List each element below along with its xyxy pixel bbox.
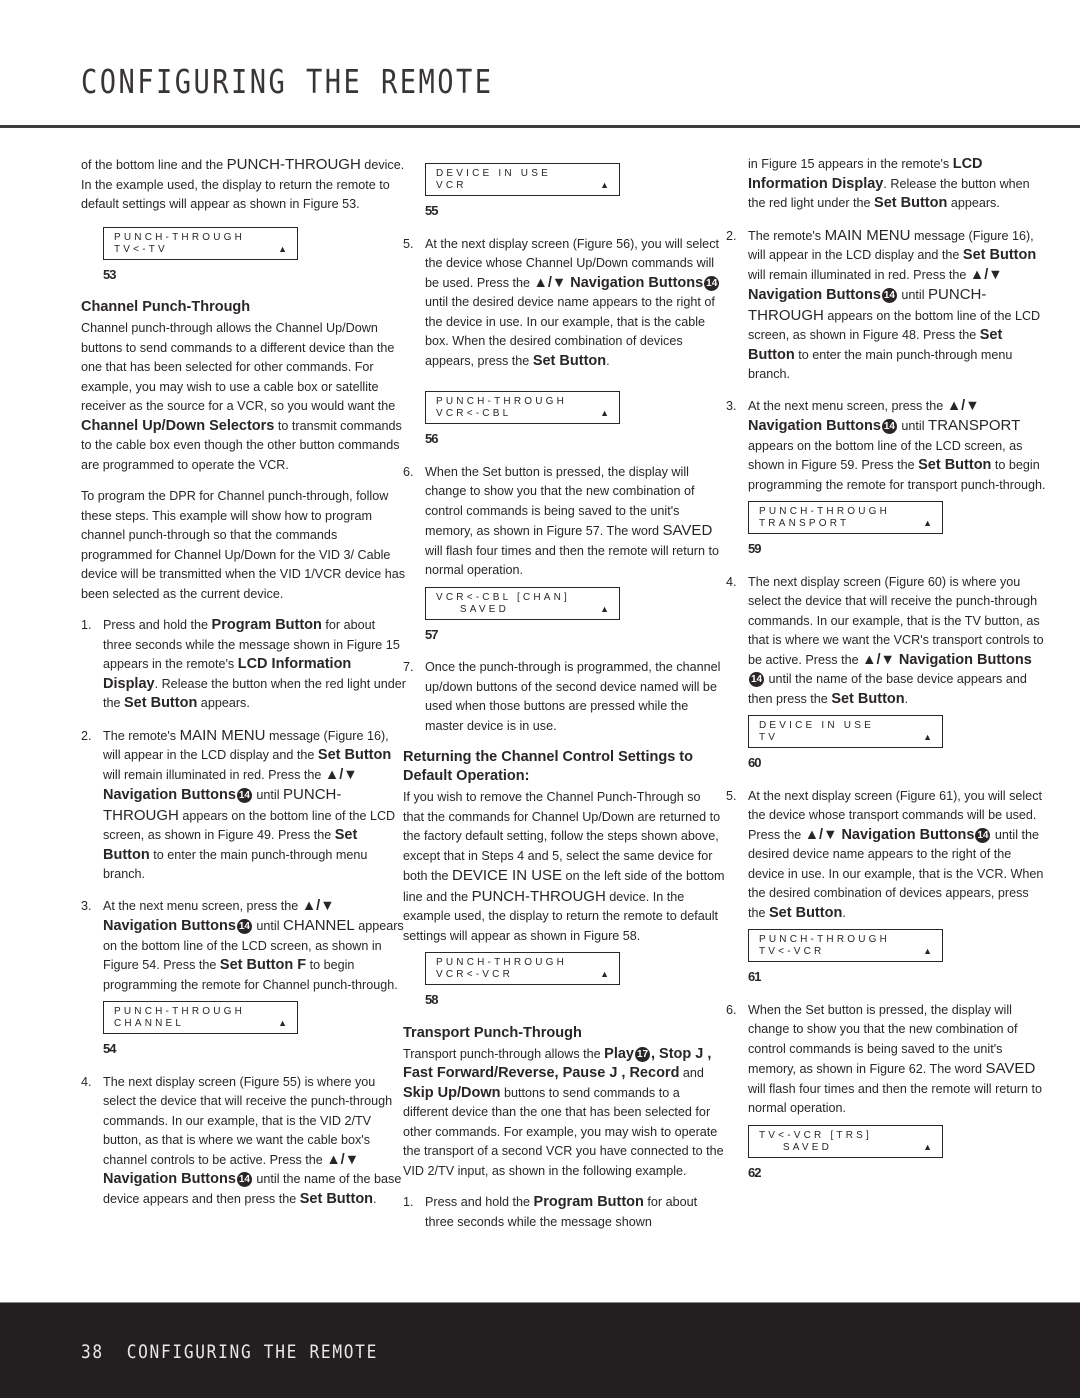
callout-number-icon: 14 xyxy=(749,672,764,688)
callout-number-icon: 14 xyxy=(881,419,897,435)
up-arrow-icon: ▲ xyxy=(600,408,609,418)
channel-paragraph: Channel punch-through allows the Channel… xyxy=(81,321,402,472)
lcd-line-1: DEVICE IN USE xyxy=(436,168,551,179)
column-1: of the bottom line and the PUNCH-THROUGH… xyxy=(81,155,407,1221)
lcd-figure-61: PUNCH-THROUGH TV<-VCR ▲ xyxy=(748,929,943,962)
lcd-line-1: VCR<-CBL [CHAN] xyxy=(436,591,571,603)
step-4: 4. The next display screen (Figure 55) is… xyxy=(81,1074,402,1207)
step-7: 7. Once the punch-through is programmed, … xyxy=(403,660,721,733)
figure-label: 55 xyxy=(425,203,438,218)
lcd-line-1: DEVICE IN USE xyxy=(759,720,874,731)
transport-step-3: 3. At the next menu screen, press the ▲/▼… xyxy=(726,397,1046,492)
up-arrow-icon: ▲ xyxy=(278,1018,287,1028)
lcd-line-1: PUNCH-THROUGH xyxy=(759,934,891,945)
lcd-line-2: CHANNEL xyxy=(114,1018,185,1029)
up-arrow-icon: ▲ xyxy=(278,243,287,254)
callout-number-icon: 14 xyxy=(236,1172,252,1188)
header-rule xyxy=(0,125,1080,128)
up-arrow-icon: ▲ xyxy=(923,732,932,742)
page-title: CONFIGURING THE REMOTE xyxy=(81,62,494,101)
callout-number-icon: 14 xyxy=(236,919,252,935)
lcd-line-2: TV<-VCR xyxy=(759,946,825,957)
lcd-figure-56: PUNCH-THROUGH VCR<-CBL ▲ xyxy=(425,391,620,424)
transport-step-6: 6. When the Set button is pressed, the di… xyxy=(726,1002,1042,1116)
transport-step-5: 5. At the next display screen (Figure 61)… xyxy=(726,788,1044,921)
transport-paragraph: Transport punch-through allows the Play 1… xyxy=(403,1045,724,1178)
lcd-line-2: VCR<-VCR xyxy=(436,969,513,980)
program-paragraph: To program the DPR for Channel punch-thr… xyxy=(81,489,406,601)
figure-label: 59 xyxy=(748,541,761,556)
column-2: DEVICE IN USE VCR ▲ 55 5. At the next dis… xyxy=(403,155,725,1244)
lcd-line-2: VCR<-CBL xyxy=(436,408,512,419)
lcd-figure-55: DEVICE IN USE VCR ▲ xyxy=(425,163,620,196)
transport-step-4: 4. The next display screen (Figure 60) is… xyxy=(726,574,1044,707)
footer-section-title: CONFIGURING THE REMOTE xyxy=(126,1341,379,1363)
up-arrow-icon: ▲ xyxy=(600,180,609,190)
lcd-line-2: SAVED xyxy=(759,1141,833,1153)
lcd-line-1: PUNCH-THROUGH xyxy=(436,957,568,968)
figure-label: 60 xyxy=(748,755,761,770)
page-header: CONFIGURING THE REMOTE xyxy=(0,0,1080,128)
lcd-line-1: PUNCH-THROUGH xyxy=(114,1006,246,1017)
lcd-figure-59: PUNCH-THROUGH TRANSPORT ▲ xyxy=(748,501,943,534)
lcd-line-1: PUNCH-THROUGH xyxy=(759,506,891,517)
callout-number-icon: 14 xyxy=(975,827,991,843)
lcd-figure-58: PUNCH-THROUGH VCR<-VCR ▲ xyxy=(425,952,620,985)
figure-label: 56 xyxy=(425,431,438,446)
callout-number-icon: 14 xyxy=(704,275,720,291)
lcd-line-1: PUNCH-THROUGH xyxy=(114,231,246,243)
step-5: 5. At the next display screen (Figure 56)… xyxy=(403,236,720,369)
lcd-line-2: SAVED xyxy=(436,603,510,615)
intro-paragraph: of the bottom line and the PUNCH-THROUGH… xyxy=(81,156,405,211)
transport-step-2: 2. The remote's MAIN MENU message (Figure… xyxy=(726,226,1041,382)
up-arrow-icon: ▲ xyxy=(923,518,932,528)
up-arrow-icon: ▲ xyxy=(923,1141,932,1152)
callout-number-icon: 14 xyxy=(236,788,252,804)
figure-label: 54 xyxy=(103,1041,116,1056)
page-number: 38 xyxy=(81,1341,104,1363)
section-heading-transport: Transport Punch-Through xyxy=(403,1024,582,1041)
figure-label: 53 xyxy=(103,266,116,282)
lcd-figure-62: TV<-VCR [TRS] SAVED ▲ xyxy=(748,1124,943,1158)
callout-number-icon: 14 xyxy=(881,288,897,304)
return-paragraph: If you wish to remove the Channel Punch-… xyxy=(403,790,725,943)
lcd-figure-53: PUNCH-THROUGH TV<-TV ▲ xyxy=(103,226,298,260)
section-heading-channel: Channel Punch-Through xyxy=(81,299,251,315)
transport-step-1-continued: in Figure 15 appears in the remote's LCD… xyxy=(748,156,1030,211)
figure-label: 58 xyxy=(425,992,438,1007)
lcd-keyword: PUNCH-THROUGH xyxy=(226,156,361,173)
lcd-figure-57: VCR<-CBL [CHAN] SAVED ▲ xyxy=(425,586,620,620)
lcd-line-2: TV xyxy=(759,732,779,743)
lcd-line-1: TV<-VCR [TRS] xyxy=(759,1129,872,1141)
figure-label: 62 xyxy=(748,1164,761,1180)
up-arrow-icon: ▲ xyxy=(923,946,932,956)
figure-label: 61 xyxy=(748,969,761,984)
lcd-line-2: VCR xyxy=(436,180,467,191)
lcd-line-1: PUNCH-THROUGH xyxy=(436,396,568,407)
transport-step-1: 1. Press and hold the Program Button for … xyxy=(403,1194,698,1229)
lcd-line-2: TRANSPORT xyxy=(759,518,850,529)
figure-label: 57 xyxy=(425,626,438,642)
footer-text: 38 CONFIGURING THE REMOTE xyxy=(81,1341,378,1363)
lcd-figure-60: DEVICE IN USE TV ▲ xyxy=(748,715,943,748)
step-1: 1. Press and hold the Program Button for … xyxy=(81,617,406,711)
page-footer: 38 CONFIGURING THE REMOTE xyxy=(0,1302,1080,1398)
column-3: in Figure 15 appears in the remote's LCD… xyxy=(726,155,1048,1196)
lcd-line-2: TV<-TV xyxy=(114,243,168,255)
step-6: 6. When the Set button is pressed, the di… xyxy=(403,464,719,578)
step-3: 3. At the next menu screen, press the ▲/▼… xyxy=(81,897,404,992)
up-arrow-icon: ▲ xyxy=(600,603,609,614)
section-heading-return-default: Returning the Channel Control Settings t… xyxy=(403,749,693,784)
up-arrow-icon: ▲ xyxy=(600,969,609,979)
callout-number-icon: 17 xyxy=(635,1046,650,1062)
lcd-figure-54: PUNCH-THROUGH CHANNEL ▲ xyxy=(103,1001,298,1034)
step-2: 2. The remote's MAIN MENU message (Figure… xyxy=(81,726,396,882)
